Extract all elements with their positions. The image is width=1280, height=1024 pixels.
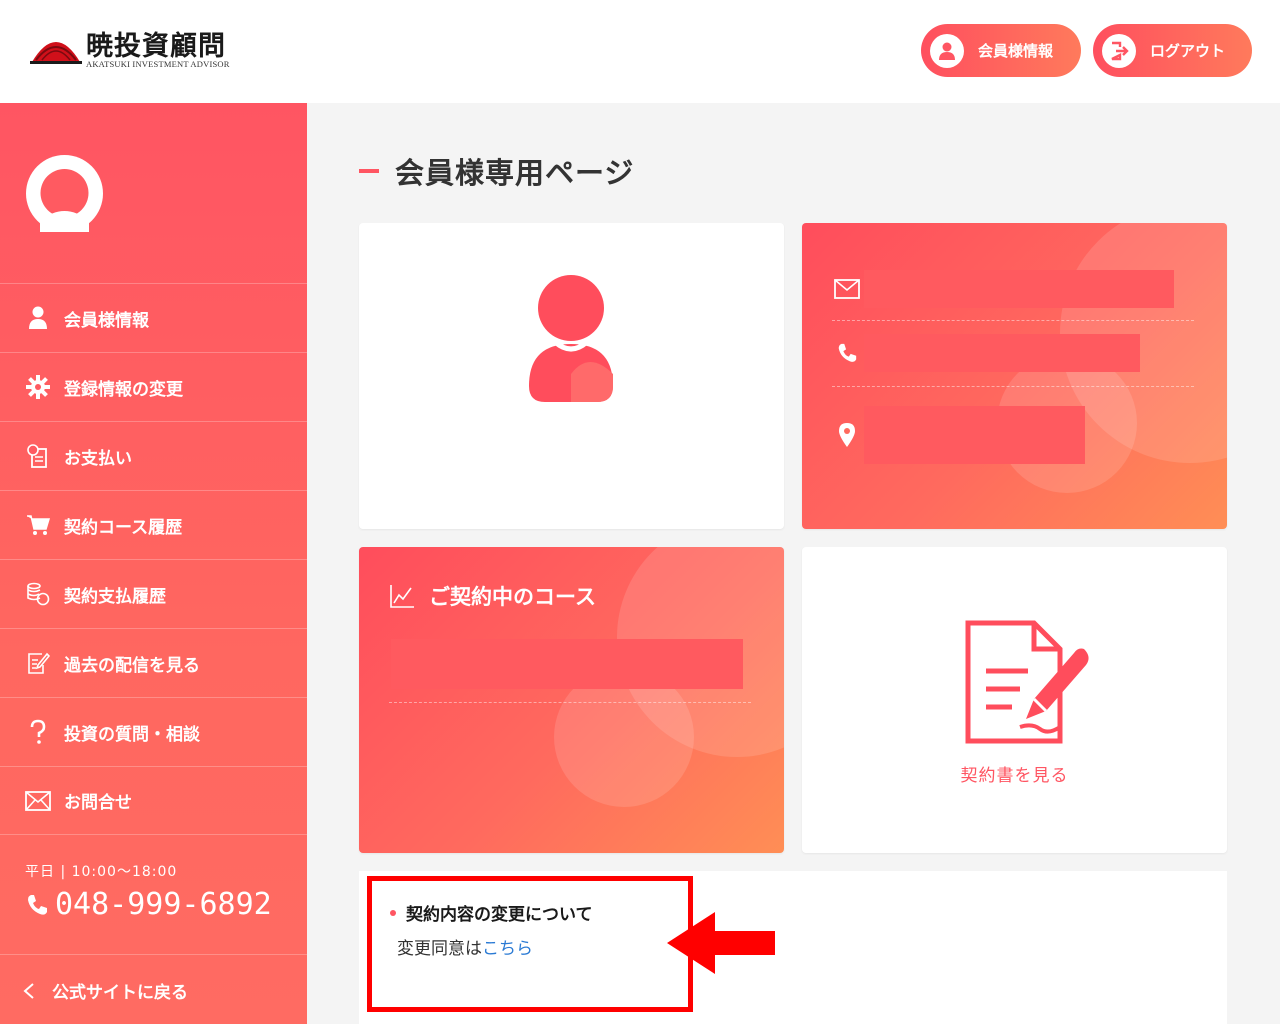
logout-button-label: ログアウト — [1150, 42, 1226, 60]
page-title: 会員様専用ページ — [359, 150, 634, 192]
phone-icon — [832, 338, 862, 368]
contact-info: 平日 | 10:00〜18:00 048-999-6892 — [25, 861, 272, 922]
member-info-button-label: 会員様情報 — [978, 42, 1054, 60]
gear-icon — [25, 374, 51, 400]
user-icon — [930, 33, 964, 68]
chevron-left-icon — [23, 982, 34, 999]
sidebar-item-investment-qa[interactable]: 投資の質問・相談 — [0, 697, 307, 766]
contract-card[interactable]: 契約書を見る — [802, 547, 1227, 853]
user-avatar-icon — [529, 275, 613, 402]
sidebar-item-label: 投資の質問・相談 — [64, 724, 200, 745]
view-contract-link[interactable]: 契約書を見る — [802, 761, 1227, 786]
sidebar-item-payment-history[interactable]: 契約支払履歴 — [0, 559, 307, 628]
divider — [0, 954, 307, 955]
phone-row — [832, 321, 1194, 385]
line-chart-icon — [390, 585, 414, 608]
sidebar-item-member-info[interactable]: 会員様情報 — [0, 283, 307, 352]
member-info-button[interactable]: 会員様情報 — [921, 24, 1081, 77]
phone-number[interactable]: 048-999-6892 — [25, 887, 272, 922]
envelope-icon — [832, 274, 862, 304]
back-to-official-site-link[interactable]: 公式サイトに戻る — [20, 978, 188, 1003]
address-row — [832, 403, 1194, 467]
sidebar-item-payment[interactable]: お支払い — [0, 421, 307, 490]
logo[interactable]: 暁投資顧問 AKATSUKI INVESTMENT ADVISOR — [30, 24, 245, 74]
address-redacted — [864, 406, 1085, 464]
logout-button[interactable]: ログアウト — [1093, 24, 1252, 77]
notice-title-text: 契約内容の変更について — [406, 905, 593, 925]
sidebar-item-label: お支払い — [64, 448, 132, 469]
course-title-text: ご契約中のコース — [429, 585, 596, 609]
sun-emblem-icon — [30, 42, 82, 64]
notice-title: 契約内容の変更について — [390, 900, 593, 925]
course-title: ご契約中のコース — [389, 581, 596, 611]
sidebar-item-label: 過去の配信を見る — [64, 655, 200, 676]
contact-info-card — [802, 223, 1227, 529]
title-accent — [359, 169, 379, 173]
email-row — [832, 257, 1194, 321]
coins-icon — [25, 581, 51, 607]
sidebar-item-course-history[interactable]: 契約コース履歴 — [0, 490, 307, 559]
sidebar-nav: 会員様情報 登録情報の変更 お支払い 契約コース履歴 契約支払履歴 過去の配信を… — [0, 283, 307, 835]
sidebar-item-label: 会員様情報 — [64, 310, 149, 331]
phone-icon — [28, 894, 47, 915]
notice-body-text: 変更同意は — [397, 939, 482, 959]
current-course-card: ご契約中のコース — [359, 547, 784, 853]
location-pin-icon — [832, 420, 862, 450]
dotted-divider — [389, 702, 751, 703]
logo-text: 暁投資顧問 — [86, 31, 226, 62]
logo-subtitle: AKATSUKI INVESTMENT ADVISOR — [86, 59, 230, 69]
logout-icon — [1102, 33, 1136, 68]
profile-card — [359, 223, 784, 529]
edit-document-icon — [25, 650, 51, 676]
back-link-label: 公式サイトに戻る — [52, 983, 188, 1003]
phone-number-text: 048-999-6892 — [55, 887, 272, 922]
sidebar-item-label: 契約支払履歴 — [64, 586, 166, 607]
notice-body: 変更同意はこちら — [397, 934, 533, 959]
course-name-redacted — [391, 639, 743, 689]
contract-document-icon — [965, 620, 1089, 744]
sidebar-item-label: お問合せ — [64, 793, 132, 813]
header: 暁投資顧問 AKATSUKI INVESTMENT ADVISOR 会員様情報 … — [0, 0, 1280, 103]
avatar-icon — [26, 155, 103, 232]
sidebar-item-label: 登録情報の変更 — [64, 379, 183, 400]
red-arrow-icon — [667, 912, 775, 974]
mail-icon — [25, 788, 51, 814]
page-title-text: 会員様専用ページ — [395, 156, 635, 190]
consent-link[interactable]: こちら — [482, 939, 533, 959]
sidebar-item-label: 契約コース履歴 — [64, 517, 183, 538]
sidebar-item-registration-change[interactable]: 登録情報の変更 — [0, 352, 307, 421]
cart-icon — [25, 512, 51, 538]
business-hours: 平日 | 10:00〜18:00 — [25, 864, 178, 880]
sidebar-item-contact[interactable]: お問合せ — [0, 766, 307, 835]
user-icon — [25, 305, 51, 331]
phone-redacted — [864, 334, 1140, 372]
bullet-icon — [390, 909, 396, 916]
question-icon — [25, 719, 51, 745]
email-redacted — [864, 270, 1174, 308]
sidebar: 会員様情報 登録情報の変更 お支払い 契約コース履歴 契約支払履歴 過去の配信を… — [0, 103, 307, 1024]
dotted-divider — [832, 386, 1194, 387]
sidebar-item-past-broadcasts[interactable]: 過去の配信を見る — [0, 628, 307, 697]
payment-doc-icon — [25, 443, 51, 469]
